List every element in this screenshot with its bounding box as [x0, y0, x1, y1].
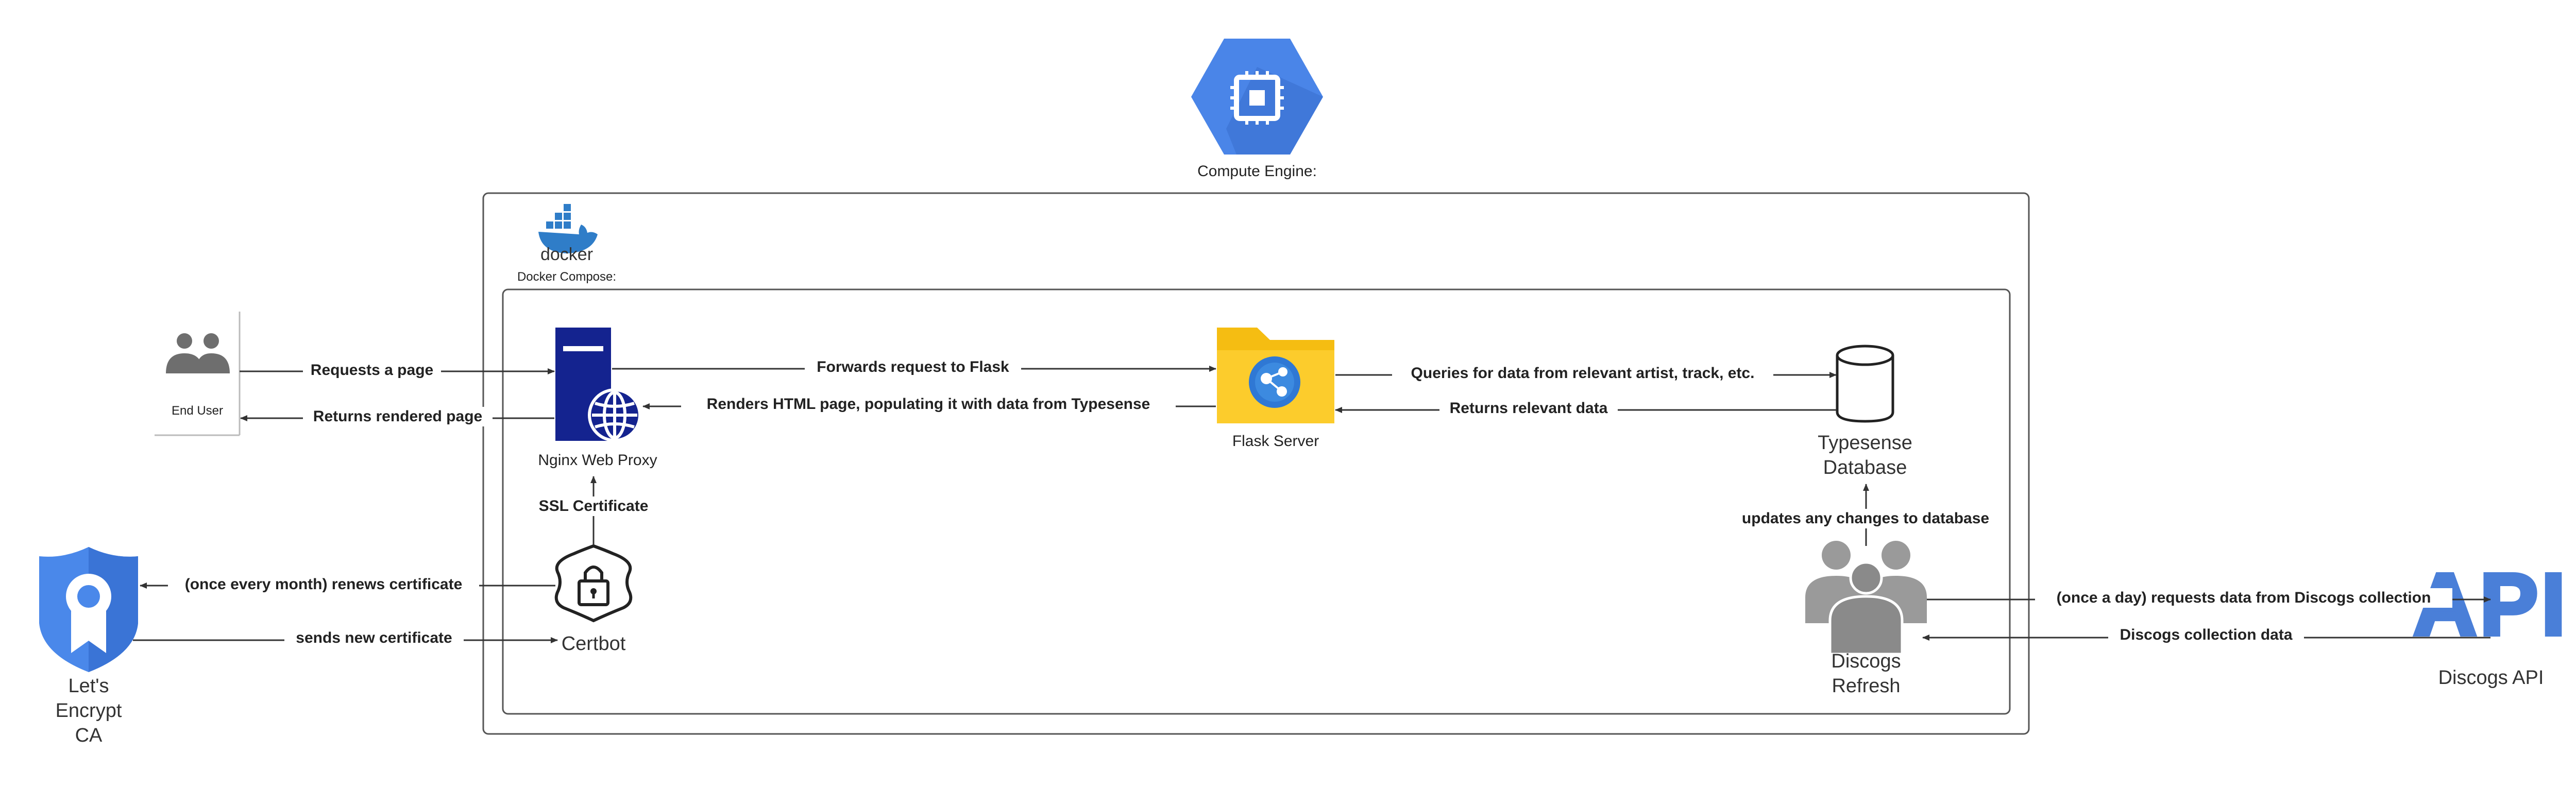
edge-label-queries-data: Queries for data from relevant artist, t…	[1411, 365, 1755, 382]
end-user-label: End User	[172, 404, 223, 418]
database-icon	[1836, 345, 1894, 423]
edge-label-discogs-data: Discogs collection data	[2120, 626, 2292, 643]
nginx-label: Nginx Web Proxy	[538, 452, 657, 469]
users-icon	[166, 333, 230, 373]
typesense-label-1: Typesense	[1818, 432, 1912, 454]
edge-label-updates-database: updates any changes to database	[1742, 510, 1989, 527]
edge-label-requests-discogs: (once a day) requests data from Discogs …	[2057, 589, 2431, 606]
compute-engine-container	[482, 192, 2030, 735]
compute-engine-icon	[1191, 39, 1323, 155]
letsencrypt-shield-icon	[39, 547, 138, 672]
nginx-server-icon	[555, 328, 641, 442]
edge-label-returns-rendered: Returns rendered page	[313, 408, 482, 425]
edge-label-returns-relevant: Returns relevant data	[1450, 400, 1608, 417]
discogs-refresh-label-1: Discogs	[1831, 650, 1901, 672]
azure-app-icon	[1249, 356, 1300, 408]
certbot-shield-icon	[554, 544, 633, 623]
edge-label-requests-page: Requests a page	[311, 362, 433, 379]
discogs-refresh-people-icon	[1805, 541, 1927, 656]
flask-label: Flask Server	[1232, 433, 1319, 450]
letsencrypt-label-3: CA	[75, 725, 103, 746]
edge-label-renews-certificate: (once every month) renews certificate	[185, 576, 463, 593]
end-user-node: End User	[155, 312, 241, 436]
certbot-label: Certbot	[562, 633, 626, 655]
docker-logo-text: docker	[540, 245, 593, 264]
docker-compose-label: Docker Compose:	[517, 270, 616, 284]
flask-folder-icon	[1217, 328, 1334, 423]
discogs-refresh-label-2: Refresh	[1832, 675, 1900, 697]
edge-label-renders-html: Renders HTML page, populating it with da…	[707, 396, 1150, 413]
discogs-api-label: Discogs API	[2438, 667, 2544, 689]
compute-engine-label: Compute Engine:	[1197, 163, 1317, 180]
edge-label-ssl-certificate: SSL Certificate	[539, 498, 649, 515]
edge-label-forwards-flask: Forwards request to Flask	[817, 358, 1009, 375]
edge-label-sends-certificate: sends new certificate	[296, 629, 452, 646]
typesense-label-2: Database	[1823, 457, 1907, 478]
letsencrypt-label-2: Encrypt	[56, 700, 122, 722]
letsencrypt-label-1: Let's	[68, 675, 109, 697]
